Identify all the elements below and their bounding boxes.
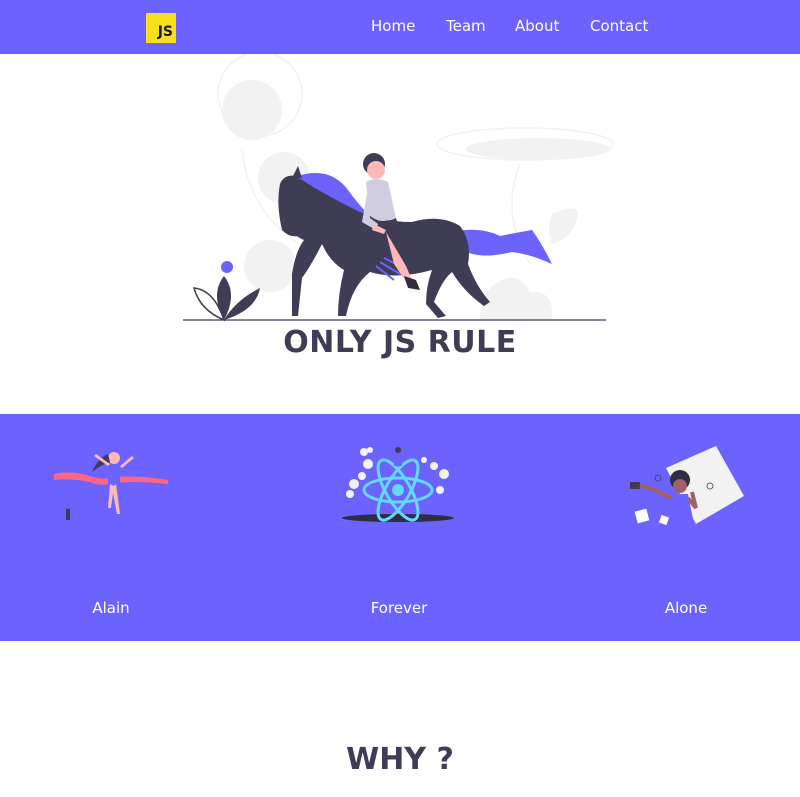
js-logo[interactable]: JS bbox=[146, 13, 176, 43]
hero-title: ONLY JS RULE bbox=[283, 325, 517, 360]
nav-link-team[interactable]: Team bbox=[446, 17, 486, 35]
feature-label-alone: Alone bbox=[664, 599, 708, 617]
horse-rider-illustration bbox=[183, 54, 614, 322]
navbar: JS Home Team About Contact bbox=[0, 0, 800, 54]
selfie-illustration bbox=[630, 446, 744, 534]
nav-link-about[interactable]: About bbox=[515, 17, 559, 35]
nav-link-contact[interactable]: Contact bbox=[590, 17, 648, 35]
runner-illustration bbox=[54, 452, 168, 520]
feature-label-forever: Forever bbox=[370, 599, 428, 617]
feature-label-alain: Alain bbox=[92, 599, 130, 617]
nav-link-home[interactable]: Home bbox=[371, 17, 415, 35]
react-atom-illustration bbox=[342, 447, 454, 522]
why-title: WHY ? bbox=[346, 742, 454, 777]
